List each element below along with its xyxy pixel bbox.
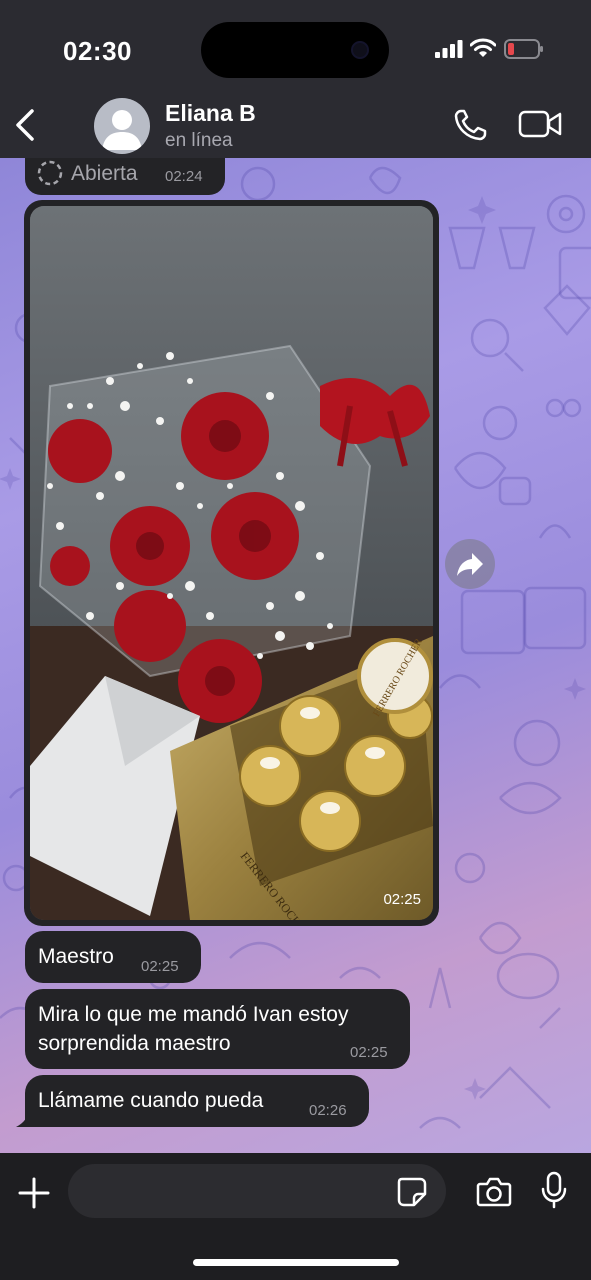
view-once-label: Abierta [71,162,138,185]
message-bubble[interactable]: Llámame cuando pueda 02:26 [25,1075,369,1127]
contact-name[interactable]: Eliana B [165,100,256,127]
chat-header: 02:30 Eliana B en línea [0,0,591,158]
default-avatar-icon [102,110,142,150]
message-bubble[interactable]: Mira lo que me mandó Ivan estoy sorprend… [25,989,410,1069]
message-input[interactable] [68,1164,446,1218]
view-once-opened-icon [37,160,63,186]
message-time: 02:25 [350,1044,388,1061]
message-bubble[interactable]: Maestro 02:25 [25,931,201,983]
contact-status: en línea [165,130,233,151]
camera-icon[interactable] [476,1174,512,1208]
message-time: 02:25 [141,958,179,975]
forward-button[interactable] [445,539,495,589]
microphone-icon[interactable] [540,1171,568,1209]
wifi-icon [470,38,496,57]
message-time: 02:24 [165,168,203,185]
sticker-icon[interactable] [396,1176,428,1208]
video-camera-icon[interactable] [518,109,562,139]
avatar[interactable] [94,98,150,154]
plus-icon[interactable] [17,1176,51,1210]
message-time: 02:26 [309,1102,347,1119]
view-once-bubble[interactable]: Abierta 02:24 [25,158,225,195]
front-camera [351,41,369,59]
battery-icon [504,39,543,59]
message-text: Llámame cuando pueda [38,1089,264,1112]
cellular-signal-icon [435,40,463,58]
photo-image[interactable]: FERRERO ROCHER FERRERO ROCHER 02:25 [30,206,433,920]
phone-icon[interactable] [453,108,489,142]
chevron-left-icon[interactable] [12,108,38,142]
bubble-tail [16,1111,34,1127]
message-input-bar [0,1153,591,1280]
bouquet-and-chocolates-photo: FERRERO ROCHER FERRERO ROCHER [30,206,433,920]
status-time: 02:30 [63,36,132,66]
forward-icon [457,553,483,576]
photo-message[interactable]: FERRERO ROCHER FERRERO ROCHER 02:25 [24,200,439,926]
message-time: 02:25 [383,891,421,908]
home-indicator[interactable] [193,1259,399,1266]
message-text: Maestro [38,945,114,968]
message-text: Mira lo que me mandó Ivan estoy sorprend… [38,1003,349,1055]
dynamic-island [201,22,389,78]
chat-area[interactable]: Abierta 02:24 FERRERO ROCHER FERRERO ROC… [0,158,591,1153]
